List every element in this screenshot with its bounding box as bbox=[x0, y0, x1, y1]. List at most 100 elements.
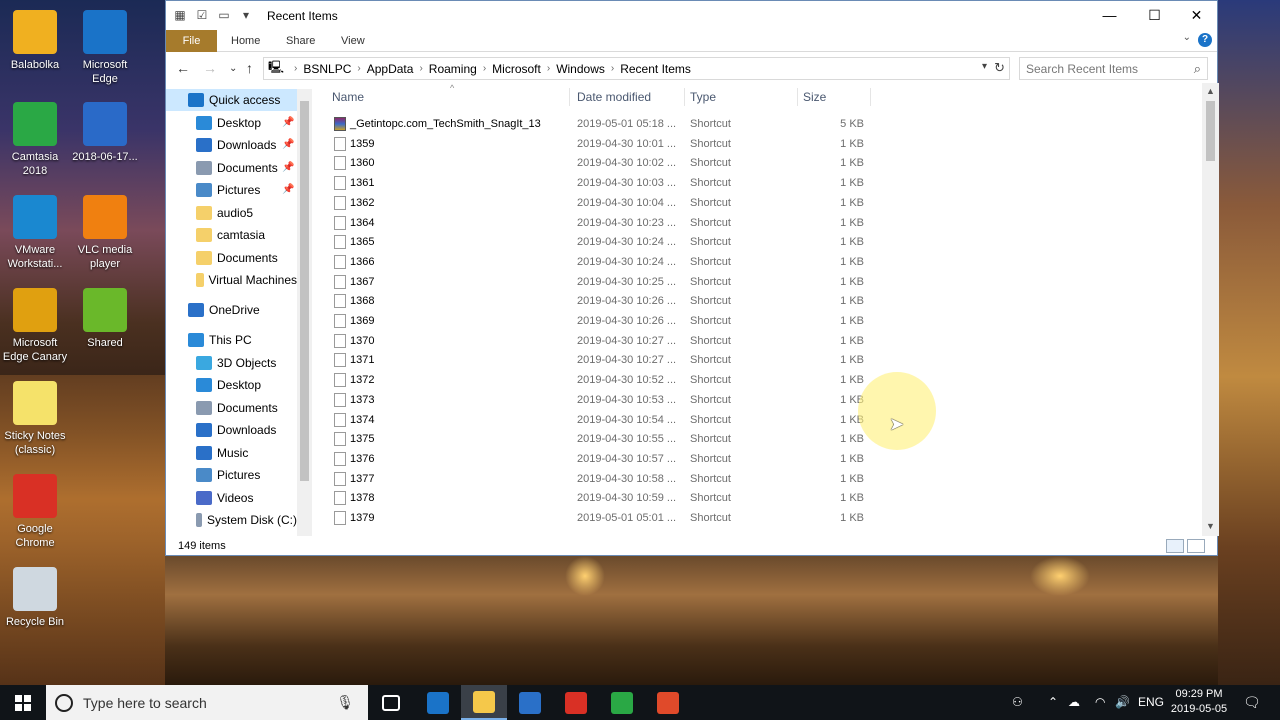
onedrive-tray-icon[interactable]: ☁ bbox=[1068, 685, 1080, 720]
column-header-date-modified[interactable]: Date modified bbox=[573, 88, 685, 106]
breadcrumb-item[interactable]: Microsoft bbox=[492, 62, 541, 76]
nav-item[interactable]: This PC bbox=[166, 329, 297, 351]
desktop-icon-camtasia[interactable]: Camtasia 2018 bbox=[0, 102, 70, 178]
nav-item[interactable]: Downloads bbox=[166, 419, 297, 441]
breadcrumb-separator-icon[interactable]: › bbox=[294, 63, 297, 74]
address-bar[interactable]: 🖳 › BSNLPC › AppData › Roaming › Microsoft › Wind… bbox=[263, 57, 1010, 80]
properties-icon[interactable]: ☑ bbox=[194, 7, 210, 23]
customize-qat-icon[interactable]: ▾ bbox=[238, 7, 254, 23]
nav-item[interactable]: Downloads 📌 bbox=[166, 134, 297, 156]
file-row[interactable]: 1371 2019-04-30 10:27 ... Shortcut 1 KB bbox=[328, 350, 1034, 370]
nav-item[interactable]: Pictures 📌 bbox=[166, 179, 297, 201]
show-hidden-icons-icon[interactable]: ⌃ bbox=[1048, 685, 1058, 720]
file-row[interactable]: 1365 2019-04-30 10:24 ... Shortcut 1 KB bbox=[328, 232, 1034, 252]
file-row[interactable]: 1377 2019-04-30 10:58 ... Shortcut 1 KB bbox=[328, 469, 1034, 489]
column-header-type[interactable]: Type bbox=[686, 88, 798, 106]
taskbar-app[interactable] bbox=[415, 685, 461, 720]
nav-item[interactable]: 3D Objects bbox=[166, 352, 297, 374]
taskbar-app[interactable] bbox=[599, 685, 645, 720]
breadcrumb-separator-icon[interactable]: › bbox=[357, 63, 360, 74]
chevron-down-icon[interactable]: ⌄ bbox=[1183, 32, 1191, 43]
nav-item[interactable]: Documents bbox=[166, 397, 297, 419]
file-row[interactable]: 1368 2019-04-30 10:26 ... Shortcut 1 KB bbox=[328, 291, 1034, 311]
up-button[interactable]: ↑ bbox=[246, 60, 253, 76]
scroll-up-icon[interactable]: ▲ bbox=[1206, 86, 1215, 96]
search-input[interactable]: Search Recent Items ⌕ bbox=[1019, 57, 1208, 80]
file-row[interactable]: 1369 2019-04-30 10:26 ... Shortcut 1 KB bbox=[328, 311, 1034, 331]
breadcrumb-item[interactable]: Recent Items bbox=[620, 62, 691, 76]
nav-item[interactable]: Desktop bbox=[166, 374, 297, 396]
back-button[interactable]: ← bbox=[176, 60, 190, 76]
taskbar-app[interactable] bbox=[553, 685, 599, 720]
file-row[interactable]: 1367 2019-04-30 10:25 ... Shortcut 1 KB bbox=[328, 272, 1034, 292]
help-icon[interactable]: ? bbox=[1198, 33, 1212, 47]
nav-item[interactable]: Documents bbox=[166, 247, 297, 269]
tab-home[interactable]: Home bbox=[231, 30, 260, 52]
desktop-icon-edge-canary[interactable]: Microsoft Edge Canary bbox=[0, 288, 70, 364]
nav-item[interactable]: OneDrive bbox=[166, 299, 297, 321]
nav-item[interactable]: Desktop 📌 bbox=[166, 112, 297, 134]
desktop-icon-screenshot-file[interactable]: 2018-06-17... bbox=[70, 102, 140, 164]
file-row[interactable]: 1366 2019-04-30 10:24 ... Shortcut 1 KB bbox=[328, 252, 1034, 272]
navigation-pane-scrollbar[interactable] bbox=[297, 89, 312, 536]
recent-locations-button[interactable]: ⌄ bbox=[229, 63, 237, 74]
breadcrumb-item[interactable]: AppData bbox=[367, 62, 414, 76]
column-header-name[interactable]: Name bbox=[328, 88, 570, 106]
breadcrumb-item[interactable]: Windows bbox=[556, 62, 605, 76]
start-button[interactable] bbox=[0, 685, 46, 720]
taskbar-app[interactable] bbox=[645, 685, 691, 720]
file-row[interactable]: _Getintopc.com_TechSmith_SnagIt_13 2019-0… bbox=[328, 114, 1034, 134]
nav-item[interactable]: audio5 bbox=[166, 202, 297, 224]
desktop-icon-balabolka[interactable]: Balabolka bbox=[0, 10, 70, 72]
details-view-icon[interactable] bbox=[1166, 539, 1184, 553]
taskbar-app[interactable] bbox=[507, 685, 553, 720]
pin-icon[interactable]: 📌 bbox=[282, 157, 294, 179]
large-icons-view-icon[interactable] bbox=[1187, 539, 1205, 553]
scrollbar-thumb[interactable] bbox=[1206, 101, 1215, 161]
pin-icon[interactable]: 📌 bbox=[282, 112, 294, 134]
breadcrumb-separator-icon[interactable]: › bbox=[483, 63, 486, 74]
network-icon[interactable]: ◠ bbox=[1095, 685, 1105, 720]
nav-item[interactable]: Pictures bbox=[166, 464, 297, 486]
nav-item[interactable]: System Disk (C:) bbox=[166, 509, 297, 531]
breadcrumb-separator-icon[interactable]: › bbox=[419, 63, 422, 74]
desktop-icon-vmware[interactable]: VMware Workstati... bbox=[0, 195, 70, 271]
minimize-button[interactable]: — bbox=[1087, 1, 1132, 30]
desktop-icon-chrome[interactable]: Google Chrome bbox=[0, 474, 70, 550]
taskbar-app[interactable] bbox=[461, 685, 507, 720]
action-center-icon[interactable]: 🗨 bbox=[1243, 685, 1261, 720]
taskbar-search-box[interactable]: Type here to search 🎙 bbox=[46, 685, 368, 720]
people-icon[interactable]: ⚇ bbox=[1012, 685, 1023, 720]
desktop-icon-recycle-bin[interactable]: Recycle Bin bbox=[0, 567, 70, 629]
clock[interactable]: 09:29 PM 2019-05-05 bbox=[1163, 687, 1235, 717]
column-header-size[interactable]: Size bbox=[799, 88, 871, 106]
tab-view[interactable]: View bbox=[341, 30, 365, 52]
new-folder-icon[interactable]: ▭ bbox=[216, 7, 232, 23]
file-row[interactable]: 1378 2019-04-30 10:59 ... Shortcut 1 KB bbox=[328, 488, 1034, 508]
nav-item[interactable]: camtasia bbox=[166, 224, 297, 246]
forward-button[interactable]: → bbox=[203, 60, 217, 76]
breadcrumb-separator-icon[interactable]: › bbox=[611, 63, 614, 74]
nav-item[interactable]: Videos bbox=[166, 487, 297, 509]
nav-item[interactable]: Virtual Machines bbox=[166, 269, 297, 291]
tab-share[interactable]: Share bbox=[286, 30, 315, 52]
file-row[interactable]: 1379 2019-05-01 05:01 ... Shortcut 1 KB bbox=[328, 508, 1034, 528]
desktop-icon-folder[interactable]: Shared bbox=[70, 288, 140, 350]
desktop-icon-sticky-notes[interactable]: Sticky Notes (classic) bbox=[0, 381, 70, 457]
tab-file[interactable]: File bbox=[166, 30, 217, 52]
file-row[interactable]: 1362 2019-04-30 10:04 ... Shortcut 1 KB bbox=[328, 193, 1034, 213]
scrollbar-thumb[interactable] bbox=[300, 101, 309, 481]
file-row[interactable]: 1364 2019-04-30 10:23 ... Shortcut 1 KB bbox=[328, 213, 1034, 233]
volume-icon[interactable]: 🔊 bbox=[1115, 685, 1130, 720]
file-row[interactable]: 1361 2019-04-30 10:03 ... Shortcut 1 KB bbox=[328, 173, 1034, 193]
file-row[interactable]: 1376 2019-04-30 10:57 ... Shortcut 1 KB bbox=[328, 449, 1034, 469]
microphone-icon[interactable]: 🎙 bbox=[336, 694, 354, 711]
taskbar-app[interactable] bbox=[368, 685, 414, 720]
nav-item[interactable]: Documents 📌 bbox=[166, 157, 297, 179]
desktop-icon-vlc[interactable]: VLC media player bbox=[70, 195, 140, 271]
breadcrumb-separator-icon[interactable]: › bbox=[547, 63, 550, 74]
explorer-app-icon[interactable]: ▦ bbox=[172, 7, 188, 23]
nav-item[interactable]: Quick access bbox=[166, 89, 297, 111]
breadcrumb-item[interactable]: BSNLPC bbox=[303, 62, 351, 76]
file-list-scrollbar[interactable]: ▲ ▼ bbox=[1202, 83, 1219, 536]
